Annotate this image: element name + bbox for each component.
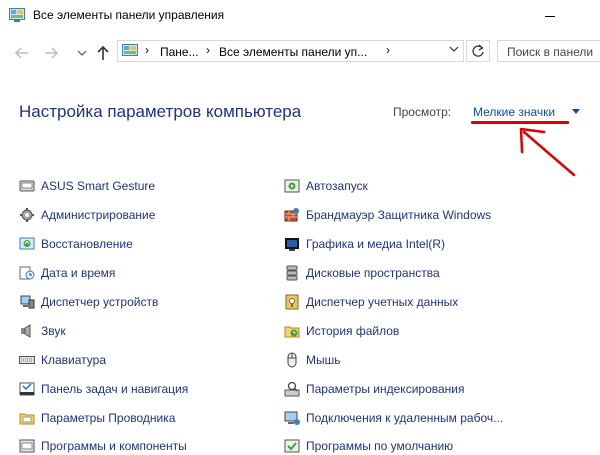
refresh-icon: [472, 44, 484, 57]
item-sound[interactable]: Звук: [19, 322, 66, 340]
forward-button[interactable]: [40, 42, 62, 64]
refresh-button[interactable]: [466, 40, 490, 62]
item-firewall[interactable]: Брандмауэр Защитника Windows: [284, 206, 491, 224]
recovery-icon: [19, 236, 35, 252]
item-asus-smart-gesture[interactable]: ASUS Smart Gesture: [19, 177, 155, 195]
search-input[interactable]: Поиск в панели: [497, 40, 600, 62]
speaker-icon: [19, 323, 35, 339]
item-label: Мышь: [306, 353, 341, 367]
dropdown-arrow-icon[interactable]: [572, 109, 580, 114]
annotation-arrow-icon: [519, 127, 576, 177]
item-administration[interactable]: Администрирование: [19, 206, 155, 224]
search-placeholder: Поиск в панели: [507, 45, 594, 59]
item-device-manager[interactable]: Диспетчер устройств: [19, 293, 158, 311]
item-label: Графика и медиа Intel(R): [306, 237, 446, 251]
admin-tools-icon: [19, 207, 35, 223]
item-intel-graphics[interactable]: Графика и медиа Intel(R): [284, 235, 445, 253]
item-storage-spaces[interactable]: Дисковые пространства: [284, 264, 440, 282]
item-label: Клавиатура: [41, 353, 106, 367]
taskbar-icon: [19, 381, 35, 397]
item-label: Подключения к удаленным рабоч...: [306, 411, 504, 425]
default-programs-icon: [284, 438, 300, 454]
item-label: Диспетчер устройств: [41, 295, 159, 309]
item-label: Программы по умолчанию: [306, 439, 454, 453]
autoplay-icon: [284, 178, 300, 194]
arrow-right-icon: [45, 47, 59, 59]
item-keyboard[interactable]: Клавиатура: [19, 351, 106, 369]
arrow-up-icon: [97, 45, 109, 60]
item-taskbar[interactable]: Панель задач и навигация: [19, 380, 188, 398]
item-label: Панель задач и навигация: [41, 382, 189, 396]
chevron-right-icon: ›: [145, 43, 149, 57]
item-remote-desktop[interactable]: Подключения к удаленным рабоч...: [284, 409, 503, 427]
item-credential-manager[interactable]: Диспетчер учетных данных: [284, 293, 458, 311]
item-mouse[interactable]: Мышь: [284, 351, 341, 369]
arrow-left-icon: [14, 47, 28, 59]
chevron-down-icon[interactable]: [449, 44, 459, 57]
folder-options-icon: [19, 410, 35, 426]
item-label: Звук: [41, 324, 66, 338]
intel-graphics-icon: [284, 236, 300, 252]
firewall-icon: [284, 207, 300, 223]
window-title: Все элементы панели управления: [33, 8, 225, 22]
item-label: Параметры индексирования: [306, 382, 465, 396]
back-button[interactable]: [11, 42, 33, 64]
item-label: Диспетчер учетных данных: [306, 295, 459, 309]
control-panel-icon: [122, 44, 138, 63]
title-bar: Все элементы панели управления: [0, 0, 600, 32]
chevron-down-icon: [77, 50, 87, 56]
item-label: Программы и компоненты: [41, 439, 187, 453]
address-bar[interactable]: › Пане... › Все элементы панели уп... ›: [117, 40, 464, 62]
page-title: Настройка параметров компьютера: [19, 102, 302, 121]
item-programs-features[interactable]: Программы и компоненты: [19, 437, 187, 455]
item-label: Дисковые пространства: [306, 266, 440, 280]
chevron-right-icon: ›: [386, 43, 390, 57]
up-button[interactable]: [92, 42, 114, 64]
item-label: Восстановление: [41, 237, 133, 251]
item-label: Дата и время: [41, 266, 116, 280]
mouse-icon: [284, 352, 300, 368]
item-explorer-options[interactable]: Параметры Проводника: [19, 409, 175, 427]
item-autoplay[interactable]: Автозапуск: [284, 177, 368, 195]
item-indexing-options[interactable]: Параметры индексирования: [284, 380, 464, 398]
chevron-right-icon: ›: [206, 43, 210, 57]
device-manager-icon: [19, 294, 35, 310]
keyboard-icon: [19, 352, 35, 368]
credential-manager-icon: [284, 294, 300, 310]
indexing-icon: [284, 381, 300, 397]
minimize-button[interactable]: [533, 0, 579, 32]
breadcrumb-all-items[interactable]: Все элементы панели уп...: [219, 45, 367, 59]
item-label: Брандмауэр Защитника Windows: [306, 208, 492, 222]
item-file-history[interactable]: История файлов: [284, 322, 399, 340]
breadcrumb-control-panel[interactable]: Пане...: [160, 45, 199, 59]
touchpad-icon: [19, 178, 35, 194]
item-date-time[interactable]: Дата и время: [19, 264, 115, 282]
programs-icon: [19, 438, 35, 454]
remote-desktop-icon: [284, 410, 300, 426]
clock-icon: [19, 265, 35, 281]
view-label: Просмотр:: [393, 105, 452, 119]
item-label: ASUS Smart Gesture: [41, 179, 156, 193]
recent-locations-button[interactable]: [71, 42, 93, 64]
storage-spaces-icon: [284, 265, 300, 281]
item-label: Администрирование: [41, 208, 156, 222]
view-mode-dropdown[interactable]: Мелкие значки: [473, 105, 555, 119]
item-default-programs[interactable]: Программы по умолчанию: [284, 437, 453, 455]
control-panel-icon: [9, 8, 25, 22]
item-label: Автозапуск: [306, 179, 368, 193]
item-label: Параметры Проводника: [41, 411, 176, 425]
file-history-icon: [284, 323, 300, 339]
item-label: История файлов: [306, 324, 400, 338]
item-recovery[interactable]: Восстановление: [19, 235, 133, 253]
